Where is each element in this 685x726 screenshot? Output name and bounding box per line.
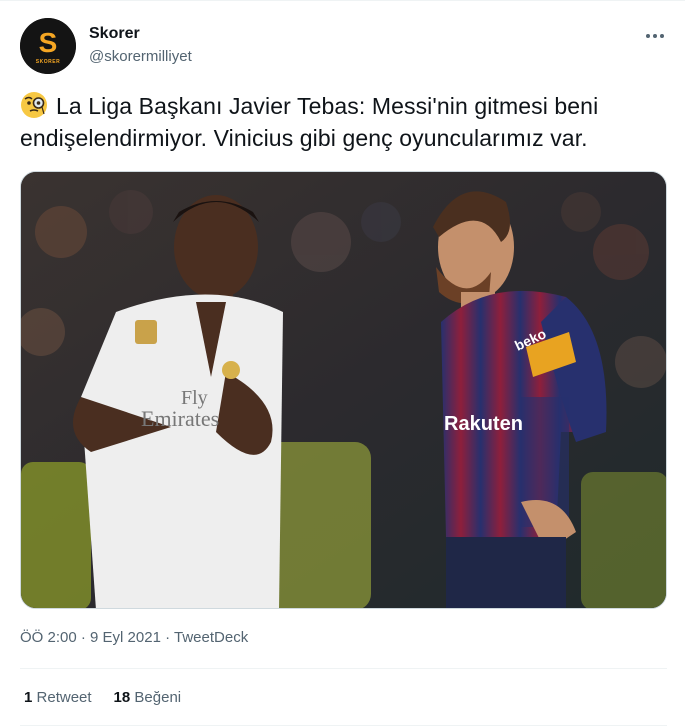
- top-divider: [0, 0, 685, 1]
- photo-sponsor-text: Rakuten: [444, 413, 523, 435]
- skorer-logo-icon: S SKORER: [20, 18, 76, 74]
- retweets-count: 1: [24, 689, 33, 706]
- svg-text:S: S: [39, 27, 58, 58]
- separator: ·: [160, 629, 174, 646]
- photo-shirt-text: Emirates: [141, 406, 219, 431]
- more-options-button[interactable]: [643, 24, 667, 48]
- tweet-time: ÖÖ 2:00: [20, 629, 77, 646]
- tweet-photo[interactable]: Fly Emirates Rakuten beko: [20, 171, 667, 609]
- football-players-photo: Fly Emirates Rakuten beko: [21, 172, 666, 608]
- separator: ·: [76, 629, 91, 646]
- tweet-card: S SKORER Skorer @skorermilliyet La Liga …: [0, 0, 685, 726]
- more-dot: [653, 34, 657, 38]
- more-dot: [646, 34, 650, 38]
- monocle-face-icon: [21, 92, 47, 118]
- avatar[interactable]: S SKORER: [20, 18, 76, 74]
- tweet-time-link[interactable]: ÖÖ 2:00 · 9 Eyl 2021: [20, 629, 161, 646]
- more-dot: [660, 34, 664, 38]
- tweet-source-link[interactable]: TweetDeck: [174, 629, 248, 646]
- tweet-date: 9 Eyl 2021: [90, 629, 161, 646]
- retweets-link[interactable]: 1 Retweet: [24, 688, 92, 708]
- likes-label: Beğeni: [134, 689, 182, 706]
- tweet-stats: 1 Retweet 18 Beğeni: [24, 688, 203, 708]
- tweet-body: La Liga Başkanı Javier Tebas: Messi'nin …: [20, 93, 599, 151]
- user-handle[interactable]: @skorermilliyet: [89, 47, 192, 67]
- author-info: Skorer @skorermilliyet: [89, 24, 192, 67]
- likes-link[interactable]: 18 Beğeni: [114, 688, 182, 708]
- tweet-text: La Liga Başkanı Javier Tebas: Messi'nin …: [20, 90, 670, 154]
- stats-top-divider: [20, 668, 667, 669]
- likes-count: 18: [113, 689, 131, 706]
- retweets-label: Retweet: [36, 689, 92, 706]
- svg-text:SKORER: SKORER: [36, 59, 60, 65]
- tweet-timestamp: ÖÖ 2:00 · 9 Eyl 2021 · TweetDeck: [20, 628, 248, 648]
- display-name[interactable]: Skorer: [89, 24, 192, 44]
